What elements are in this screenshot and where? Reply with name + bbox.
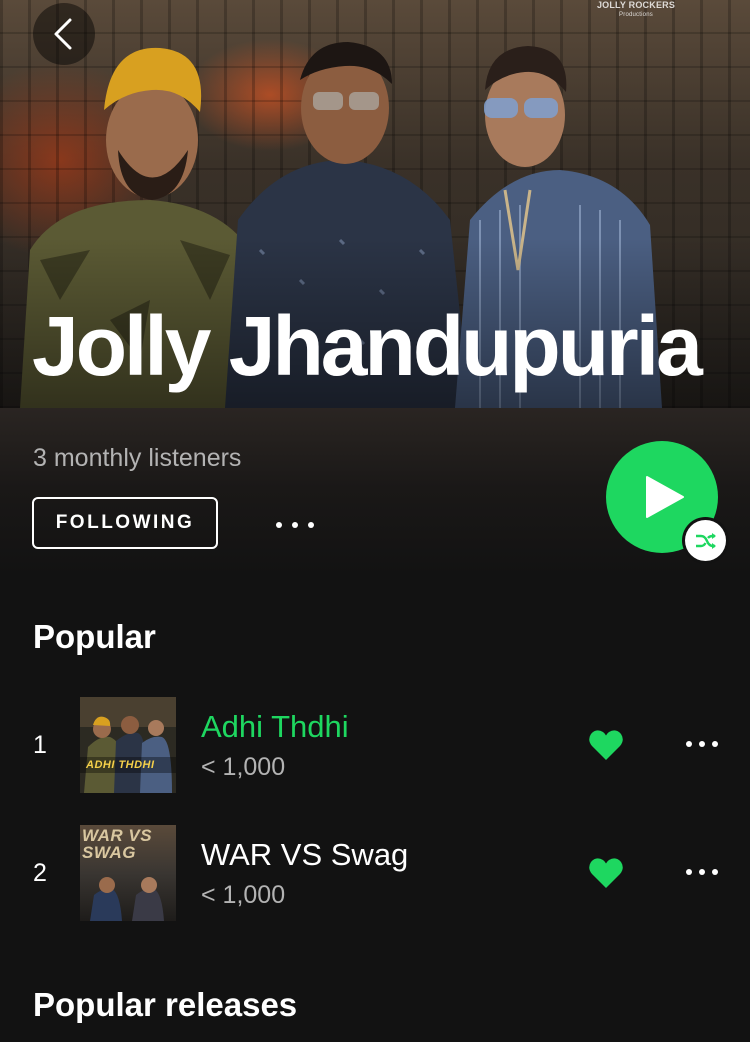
- track-row[interactable]: 2 WAR VS SWAG WAR VS Swag < 1,000: [0, 825, 750, 921]
- artist-header-image: JOLLY ROCKERS Productions Jolly Jhandupu…: [0, 0, 750, 408]
- like-button[interactable]: [588, 729, 624, 761]
- artist-more-button[interactable]: [270, 508, 320, 542]
- track-number: 1: [33, 731, 47, 759]
- heart-filled-icon: [589, 858, 623, 888]
- more-horizontal-icon: [276, 522, 314, 528]
- label-logo: JOLLY ROCKERS Productions: [594, 0, 678, 26]
- track-play-count: < 1,000: [201, 881, 286, 909]
- track-cover-art: [80, 697, 176, 793]
- track-row[interactable]: 1 ADHI THDHI Adhi Thdhi < 1,000: [0, 697, 750, 793]
- more-horizontal-icon: [686, 741, 718, 747]
- track-play-count: < 1,000: [201, 753, 286, 781]
- more-horizontal-icon: [686, 869, 718, 875]
- artist-name: Jolly Jhandupuria: [32, 299, 703, 393]
- following-button[interactable]: FOLLOWING: [32, 497, 218, 549]
- label-logo-text: JOLLY ROCKERS: [596, 0, 676, 10]
- track-cover: ADHI THDHI: [80, 697, 176, 793]
- chevron-left-icon: [54, 18, 72, 50]
- back-button[interactable]: [33, 3, 95, 65]
- track-more-button[interactable]: [680, 855, 724, 889]
- popular-section-title: Popular: [33, 618, 156, 655]
- track-cover-text: ADHI THDHI: [86, 759, 155, 771]
- track-cover-text: WAR VS SWAG: [82, 826, 153, 862]
- track-title: WAR VS Swag: [201, 837, 409, 872]
- track-title: Adhi Thdhi: [201, 709, 349, 744]
- popular-releases-title: Popular releases: [33, 986, 298, 1023]
- shuffle-button[interactable]: [685, 520, 726, 561]
- heart-filled-icon: [589, 730, 623, 760]
- play-icon: [646, 476, 684, 518]
- track-more-button[interactable]: [680, 727, 724, 761]
- label-logo-subtext: Productions: [619, 12, 653, 18]
- monthly-listeners: 3 monthly listeners: [33, 444, 242, 472]
- track-cover: WAR VS SWAG: [80, 825, 176, 921]
- track-number: 2: [33, 859, 47, 887]
- shuffle-icon: [695, 532, 716, 549]
- like-button[interactable]: [588, 857, 624, 889]
